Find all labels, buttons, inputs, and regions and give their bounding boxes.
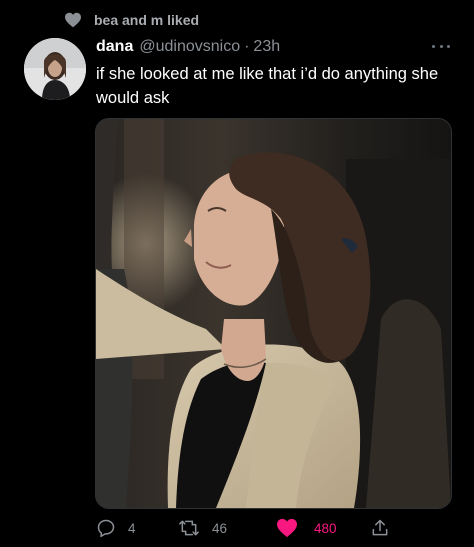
heart-icon bbox=[65, 12, 81, 28]
tweet-media[interactable] bbox=[95, 118, 452, 509]
action-bar: 4 46 480 bbox=[96, 516, 396, 540]
like-count: 480 bbox=[314, 520, 337, 536]
avatar-photo bbox=[24, 38, 86, 100]
tweet-text: if she looked at me like that i’d do any… bbox=[96, 65, 439, 107]
timestamp[interactable]: 23h bbox=[253, 38, 280, 56]
retweet-icon bbox=[179, 520, 199, 536]
avatar[interactable] bbox=[24, 38, 86, 100]
share-button[interactable] bbox=[370, 516, 390, 540]
author-handle[interactable]: @udinovsnico bbox=[139, 38, 240, 56]
reply-icon bbox=[97, 519, 115, 538]
heart-filled-icon bbox=[277, 518, 297, 538]
more-options-icon[interactable] bbox=[432, 42, 450, 50]
reply-button[interactable]: 4 bbox=[96, 516, 136, 540]
share-icon bbox=[372, 519, 388, 536]
retweet-count: 46 bbox=[212, 520, 228, 536]
social-context-label: bea and m liked bbox=[94, 12, 200, 28]
separator-dot: · bbox=[244, 38, 250, 55]
tweet-header: dana @udinovsnico · 23h bbox=[96, 36, 280, 58]
reply-count: 4 bbox=[128, 520, 136, 536]
like-button[interactable]: 480 bbox=[276, 516, 337, 540]
social-context[interactable]: bea and m liked bbox=[64, 9, 199, 31]
photo bbox=[96, 119, 451, 508]
author-name[interactable]: dana bbox=[96, 38, 133, 56]
retweet-button[interactable]: 46 bbox=[178, 516, 227, 540]
